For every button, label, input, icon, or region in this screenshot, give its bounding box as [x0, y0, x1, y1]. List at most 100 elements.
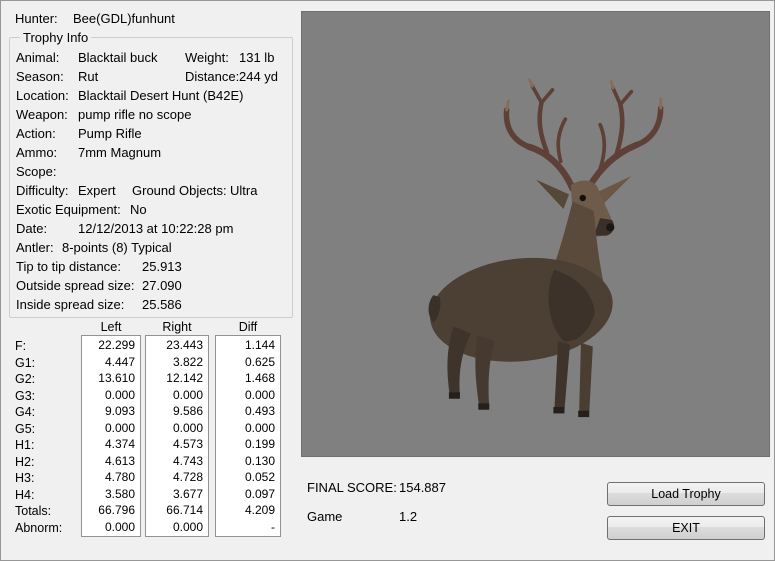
distance-label: Distance: [185, 69, 239, 84]
measure-diff-value: 0.000 [216, 387, 280, 404]
location-label: Location: [16, 88, 78, 103]
deer-antlers [506, 86, 660, 189]
left-column-header: Left [81, 320, 141, 334]
deer-hoof [553, 407, 564, 413]
measure-diff-value: 1.144 [216, 337, 280, 354]
animal-label: Animal: [16, 50, 78, 65]
measure-row-label: G1: [15, 355, 81, 372]
measure-diff-value: 0.097 [216, 486, 280, 503]
measure-row-label: G2: [15, 371, 81, 388]
load-trophy-button[interactable]: Load Trophy [607, 482, 765, 506]
trophy-info-groupbox: Trophy Info Animal: Blacktail buck Weigh… [9, 30, 293, 318]
right-column-header: Right [145, 320, 209, 334]
measure-left-value: 4.780 [82, 469, 140, 486]
measure-diff-value: 0.199 [216, 436, 280, 453]
measure-row-label: G3: [15, 388, 81, 405]
exotic-label: Exotic Equipment: [16, 202, 130, 217]
measurements-section: Left Right Diff F:G1:G2:G3:G4:G5:H1:H2:H… [9, 320, 297, 537]
hunter-label: Hunter: [15, 11, 73, 30]
outside-spread-value: 27.090 [142, 278, 182, 293]
ground-objects-label: Ground Objects: [132, 183, 230, 198]
measure-row-label: H1: [15, 437, 81, 454]
measure-row-label: H4: [15, 487, 81, 504]
animal-value: Blacktail buck [78, 50, 185, 65]
weapon-label: Weapon: [16, 107, 78, 122]
antler-label: Antler: [16, 240, 62, 255]
inside-spread-row: Inside spread size: 25.586 [16, 295, 292, 314]
diff-listbox[interactable]: 1.1440.6251.4680.0000.4930.0000.1990.130… [215, 335, 281, 537]
measure-right-value: 3.822 [146, 354, 208, 371]
measure-row-label: Totals: [15, 503, 81, 520]
ammo-value: 7mm Magnum [78, 145, 161, 160]
location-value: Blacktail Desert Hunt (B42E) [78, 88, 243, 103]
left-listbox[interactable]: 22.2994.44713.6100.0009.0930.0004.3744.6… [81, 335, 141, 537]
score-area: FINAL SCORE: 154.887 Game 1.2 [307, 477, 446, 526]
measure-left-value: 13.610 [82, 370, 140, 387]
exit-button[interactable]: EXIT [607, 516, 765, 540]
measure-left-value: 4.374 [82, 436, 140, 453]
measure-right-value: 0.000 [146, 519, 208, 536]
game-version-value: 1.2 [399, 509, 417, 524]
measure-right-value: 23.443 [146, 337, 208, 354]
measure-diff-value: 0.493 [216, 403, 280, 420]
season-label: Season: [16, 69, 78, 84]
weight-value: 131 lb [239, 50, 274, 65]
tip-to-tip-label: Tip to tip distance: [16, 259, 142, 274]
tip-to-tip-row: Tip to tip distance: 25.913 [16, 257, 292, 276]
measure-diff-value: 0.052 [216, 469, 280, 486]
measure-left-value: 0.000 [82, 420, 140, 437]
measure-row-label: G5: [15, 421, 81, 438]
measure-body: F:G1:G2:G3:G4:G5:H1:H2:H3:H4:Totals:Abno… [9, 335, 297, 537]
inside-spread-value: 25.586 [142, 297, 182, 312]
measure-left-value: 22.299 [82, 337, 140, 354]
game-version-row: Game 1.2 [307, 506, 446, 526]
season-value: Rut [78, 69, 185, 84]
final-score-row: FINAL SCORE: 154.887 [307, 477, 446, 497]
weapon-value: pump rifle no scope [78, 107, 191, 122]
measure-left-value: 9.093 [82, 403, 140, 420]
deer-hoof [478, 403, 489, 409]
deer-front-leg-front [579, 343, 593, 415]
measure-right-value: 12.142 [146, 370, 208, 387]
measure-left-value: 4.447 [82, 354, 140, 371]
diff-column-header: Diff [215, 320, 281, 334]
ammo-row: Ammo: 7mm Magnum [16, 143, 292, 162]
measure-diff-value: 0.000 [216, 420, 280, 437]
inside-spread-label: Inside spread size: [16, 297, 142, 312]
measure-diff-value: 4.209 [216, 502, 280, 519]
antler-value: 8-points (8) Typical [62, 240, 172, 255]
game-label: Game [307, 509, 399, 524]
measure-left-value: 0.000 [82, 519, 140, 536]
measure-row-label: F: [15, 338, 81, 355]
measure-right-value: 4.743 [146, 453, 208, 470]
measure-diff-value: - [216, 519, 280, 536]
measure-right-value: 4.728 [146, 469, 208, 486]
scope-label: Scope: [16, 164, 78, 179]
trophy-window: Hunter: Bee(GDL)funhunt Trophy Info Anim… [0, 0, 775, 561]
trophy-info-title: Trophy Info [20, 30, 91, 45]
right-listbox[interactable]: 23.4433.82212.1420.0009.5860.0004.5734.7… [145, 335, 209, 537]
measure-diff-value: 0.130 [216, 453, 280, 470]
weight-label: Weight: [185, 50, 239, 65]
season-row: Season: Rut Distance: 244 yd [16, 67, 292, 86]
exotic-row: Exotic Equipment: No [16, 200, 292, 219]
action-label: Action: [16, 126, 78, 141]
measure-right-value: 0.000 [146, 387, 208, 404]
action-value: Pump Rifle [78, 126, 142, 141]
deer-hoof [448, 392, 459, 398]
animal-row: Animal: Blacktail buck Weight: 131 lb [16, 48, 292, 67]
action-row: Action: Pump Rifle [16, 124, 292, 143]
measure-diff-value: 0.625 [216, 354, 280, 371]
location-row: Location: Blacktail Desert Hunt (B42E) [16, 86, 292, 105]
trophy-image [301, 11, 770, 457]
final-score-value: 154.887 [399, 480, 446, 495]
antler-row: Antler: 8-points (8) Typical [16, 238, 292, 257]
measure-row-label: G4: [15, 404, 81, 421]
deer-ear-left [536, 180, 569, 209]
measure-headers: Left Right Diff [9, 320, 297, 334]
distance-value: 244 yd [239, 69, 278, 84]
ground-objects-value: Ultra [230, 183, 257, 198]
difficulty-value: Expert [78, 183, 132, 198]
tip-to-tip-value: 25.913 [142, 259, 182, 274]
measure-left-value: 0.000 [82, 387, 140, 404]
